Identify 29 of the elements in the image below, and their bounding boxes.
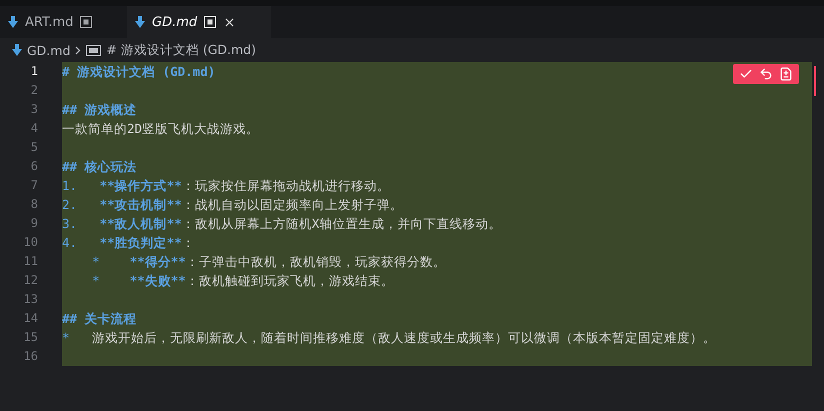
line-number: 5	[30, 139, 39, 156]
line-number: 4	[30, 120, 39, 137]
line-number: 10	[22, 234, 39, 251]
line-number: 12	[22, 272, 39, 289]
text-symbol-icon	[86, 44, 102, 56]
line-number: 1	[30, 63, 39, 80]
line-number: 2	[30, 82, 39, 99]
line-number: 16	[22, 348, 39, 365]
line-number: 14	[22, 310, 39, 327]
breadcrumb-item[interactable]: GD.md	[27, 42, 70, 58]
chevron-icon	[75, 46, 82, 54]
line-number: 13	[22, 291, 39, 308]
markdown-file-icon	[12, 44, 22, 56]
undo-icon[interactable]	[759, 67, 773, 81]
line-number: 7	[30, 177, 39, 194]
line-number: 11	[22, 253, 39, 270]
editor-tab[interactable]: GD.md	[127, 6, 271, 38]
line-number: 9	[30, 215, 39, 232]
line-number: 15	[22, 329, 39, 346]
markdown-file-icon	[135, 16, 145, 28]
close-icon[interactable]	[223, 16, 236, 28]
line-number: 8	[30, 196, 39, 213]
file-diff-icon[interactable]	[779, 67, 793, 81]
breadcrumb-item[interactable]: # 游戏设计文档 (GD.md)	[106, 42, 256, 58]
line-number: 6	[30, 158, 39, 175]
preview-icon[interactable]	[80, 16, 92, 28]
markdown-file-icon	[8, 16, 18, 28]
change-marker	[814, 66, 816, 96]
line-number: 3	[30, 101, 39, 118]
